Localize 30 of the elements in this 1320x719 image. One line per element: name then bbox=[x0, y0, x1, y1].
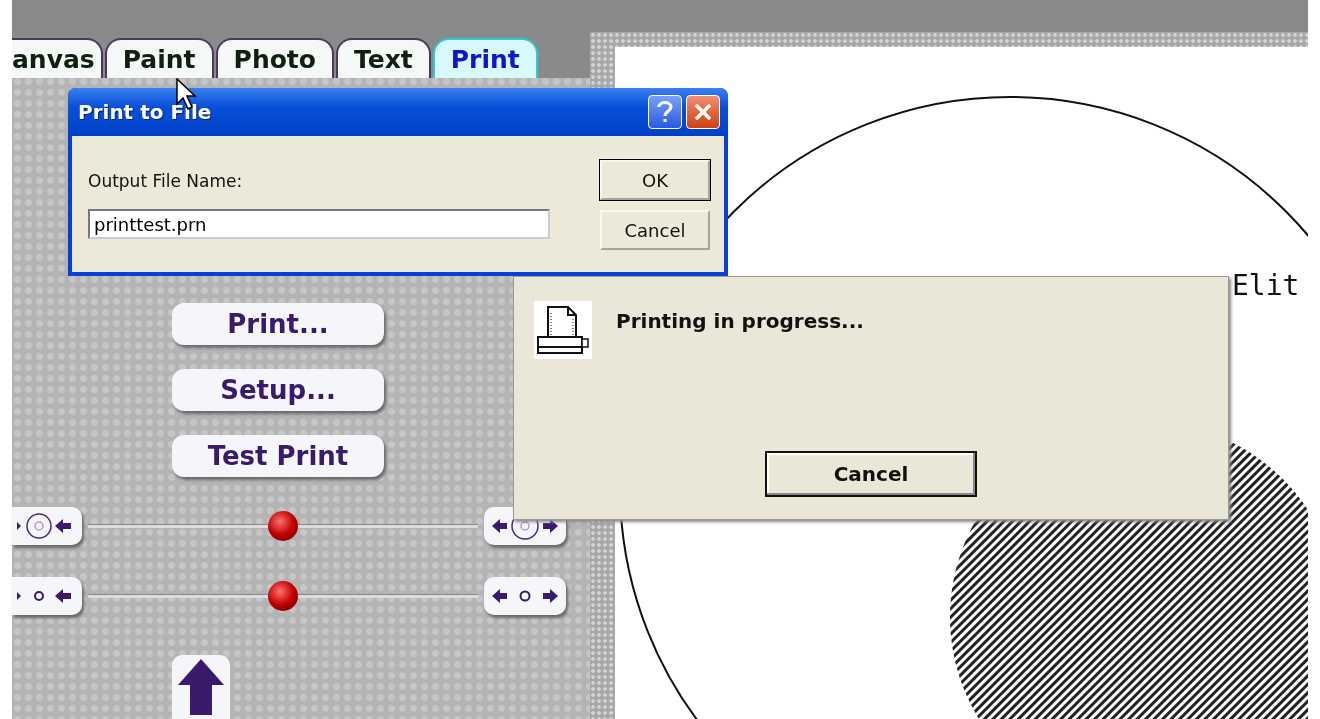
slider-track[interactable] bbox=[88, 581, 478, 611]
cancel-button[interactable]: Cancel bbox=[765, 451, 977, 497]
slider-thumb[interactable] bbox=[268, 581, 298, 611]
panel-button[interactable]: Print... bbox=[172, 303, 384, 345]
tab[interactable]: Paint bbox=[104, 38, 214, 78]
field-label: Output File Name: bbox=[88, 171, 244, 191]
decrease-button[interactable] bbox=[12, 507, 82, 545]
increase-button[interactable] bbox=[484, 577, 566, 615]
progress-message: Printing in progress... bbox=[616, 309, 864, 333]
close-button[interactable] bbox=[686, 95, 720, 129]
printer-icon bbox=[534, 301, 592, 359]
dialog-button[interactable]: Cancel bbox=[600, 210, 710, 250]
tab[interactable]: Print bbox=[432, 38, 538, 78]
slider-track[interactable] bbox=[88, 511, 478, 541]
slider-thumb[interactable] bbox=[268, 511, 298, 541]
panel-button[interactable]: Setup... bbox=[172, 369, 384, 411]
dialog-button[interactable]: OK bbox=[600, 160, 710, 200]
question-mark-icon bbox=[657, 100, 673, 124]
tab[interactable]: anvas bbox=[12, 38, 103, 78]
tab[interactable]: Text bbox=[336, 38, 431, 78]
page-text: Elit bbox=[1232, 269, 1300, 302]
up-arrow-icon bbox=[178, 659, 224, 715]
close-icon bbox=[694, 103, 712, 121]
file-name-field[interactable]: printtest.prn bbox=[88, 209, 550, 239]
dialog-title: Print to File bbox=[78, 100, 213, 124]
tab[interactable]: Photo bbox=[215, 38, 334, 78]
up-button[interactable] bbox=[172, 655, 230, 719]
decrease-button[interactable] bbox=[12, 577, 82, 615]
help-button[interactable] bbox=[648, 95, 682, 129]
panel-button[interactable]: Test Print bbox=[172, 435, 384, 477]
